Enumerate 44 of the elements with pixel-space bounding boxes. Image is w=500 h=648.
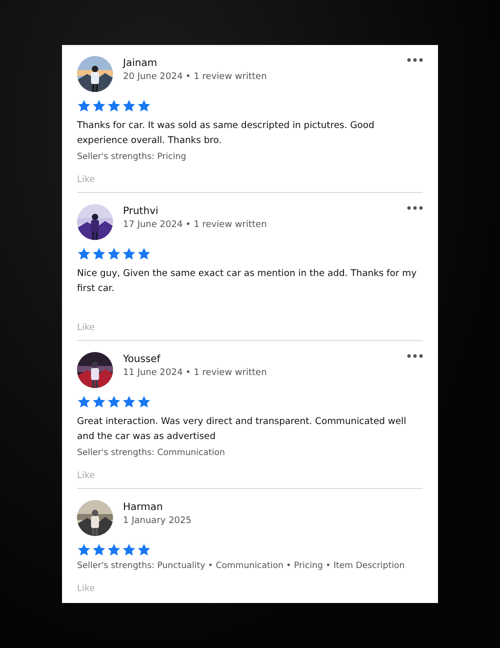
more-options-button[interactable] [407,56,423,62]
star-icon [122,543,136,557]
star-icon [92,99,106,113]
star-icon [122,395,136,409]
review-date: 1 January 2025 [123,516,192,526]
more-icon [407,58,423,62]
seller-strengths: Seller's strengths: Communication [77,447,226,460]
reviewer-name: Youssef [123,354,162,365]
more-options-button[interactable] [407,204,423,210]
star-icon [77,395,91,409]
star-icon [107,395,121,409]
seller-strengths: Seller's strengths: Pricing [77,151,188,164]
star-icon [77,247,91,261]
review-text: Nice guy, Given the same exact car as mention in the add. Thanks for my first car. [77,267,418,296]
star-icon [107,247,121,261]
star-icon [122,99,136,113]
more-options-button[interactable] [407,352,423,358]
star-icon [77,543,91,557]
star-icon [137,395,151,409]
review-text: Great interaction. Was very direct and transparent. Communicated well and the car was as advertised [77,415,408,444]
review-text: Thanks for car. It was sold as same descripted in pictutres. Good experience overall. Thanks bro. [77,119,376,148]
review-date: 11 June 2024 • 1 review written [123,368,268,378]
reviewer-name: Pruthvi [123,206,160,217]
star-icon [77,99,91,113]
star-icon [92,395,106,409]
star-icon [137,99,151,113]
more-icon [407,206,423,210]
seller-strengths: Seller's strengths: Punctuality • Communication • Pricing • Item Description [77,560,406,573]
review-date: 17 June 2024 • 1 review written [123,220,268,230]
like-button[interactable]: Like [77,471,95,481]
star-icon [122,247,136,261]
review-date: 20 June 2024 • 1 review written [123,72,268,82]
star-icon [92,247,106,261]
like-button[interactable]: Like [77,175,95,185]
star-icon [107,543,121,557]
star-icon [107,99,121,113]
like-button[interactable]: Like [77,323,95,333]
star-icon [137,543,151,557]
reviewer-name: Jainam [123,58,158,69]
like-button[interactable]: Like [77,584,95,594]
more-icon [407,354,423,358]
star-icon [92,543,106,557]
star-icon [137,247,151,261]
reviewer-name: Harman [123,502,164,513]
